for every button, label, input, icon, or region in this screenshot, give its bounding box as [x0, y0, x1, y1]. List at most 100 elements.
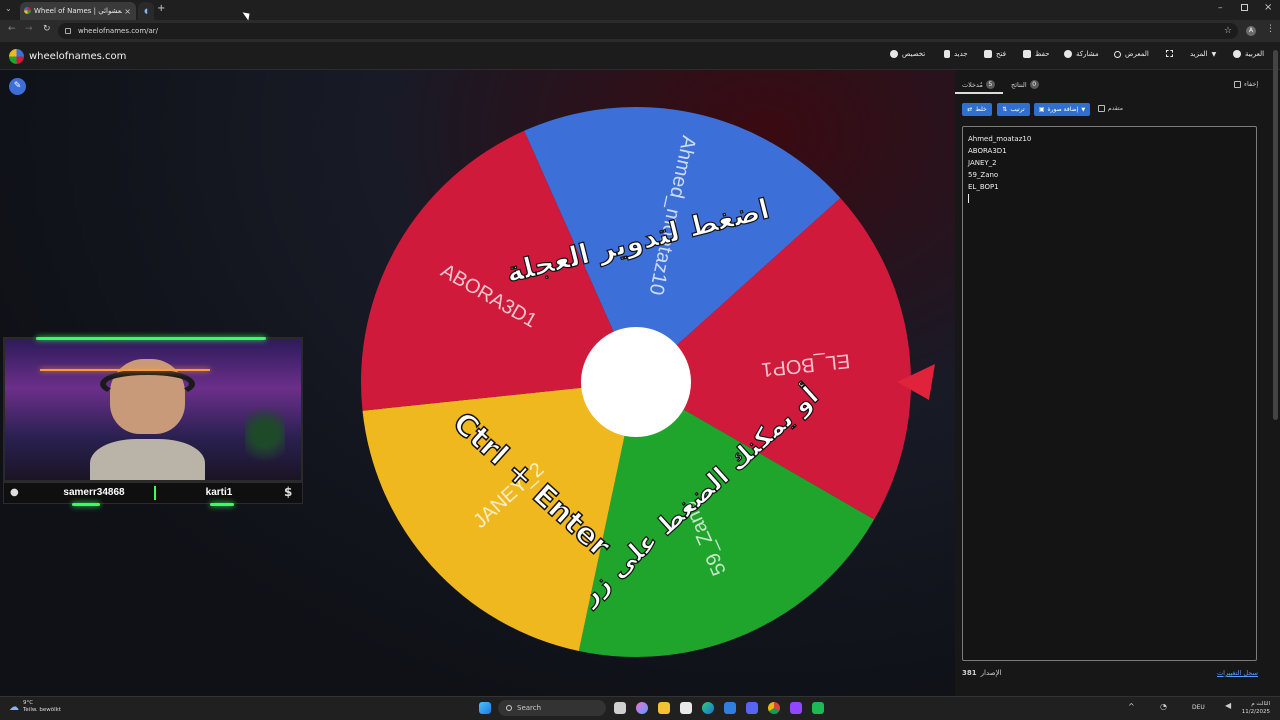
globe-icon — [1233, 50, 1241, 58]
menu-customize[interactable]: تخصيص — [890, 50, 925, 58]
logo-wheel-icon — [9, 49, 24, 64]
changelog-link[interactable]: سجل التغييرات — [1217, 669, 1258, 677]
menu-language[interactable]: العربية — [1233, 50, 1264, 58]
back-icon[interactable]: ← — [8, 24, 16, 34]
app-green-icon[interactable] — [812, 702, 824, 714]
name-divider — [154, 486, 156, 500]
clock-date: 11/2/2025 — [1241, 709, 1270, 715]
advanced-checkbox[interactable] — [1098, 105, 1105, 112]
palette-icon — [890, 50, 898, 58]
menu-more[interactable]: المزيد ▼ — [1190, 50, 1216, 58]
entry-line: 59_Zano — [968, 171, 999, 179]
tab-list-dropdown-icon[interactable]: ⌄ — [5, 4, 15, 14]
shuffle-icon: ⇄ — [967, 106, 973, 113]
language-indicator[interactable]: DEU — [1192, 704, 1205, 711]
sort-button[interactable]: ⇅ ترتيب — [997, 103, 1030, 116]
mail-icon[interactable] — [724, 702, 736, 714]
new-file-icon — [944, 50, 950, 58]
tab-results[interactable]: النتائج 0 — [1011, 80, 1039, 89]
plant — [245, 399, 285, 469]
wheel-center-button[interactable] — [581, 327, 691, 437]
discord-icon[interactable] — [746, 702, 758, 714]
chrome-icon[interactable] — [768, 702, 780, 714]
menu-customize-label: تخصيص — [902, 50, 926, 58]
address-input[interactable]: wheelofnames.com/ar/ ☆ — [58, 23, 1238, 39]
menu-share-label: مشاركة — [1076, 50, 1099, 58]
cam-glow-top — [36, 337, 266, 340]
taskbar-search[interactable]: Search — [498, 700, 606, 716]
tray-chevron-icon[interactable]: ^ — [1128, 702, 1135, 711]
browser-menu-icon[interactable]: ⋮ — [1266, 24, 1275, 34]
sort-label: ترتيب — [1010, 106, 1025, 113]
taskbar-search-placeholder: Search — [517, 704, 542, 712]
text-cursor — [968, 194, 969, 203]
wheel-svg[interactable]: Ahmed_moataz10EL_BOP159_ZanoJANEY_2ABORA… — [355, 102, 945, 667]
copilot-icon[interactable] — [636, 702, 648, 714]
bookmark-star-icon[interactable]: ☆ — [1224, 23, 1232, 39]
image-icon: ▣ — [1038, 106, 1045, 113]
edge-icon[interactable] — [702, 702, 714, 714]
task-view-icon[interactable] — [614, 702, 626, 714]
clock[interactable]: الثالث م 11/2/2025 — [1240, 700, 1270, 716]
start-windows-icon[interactable] — [479, 702, 491, 714]
entries-count-badge: 5 — [985, 80, 995, 89]
browser-tab-active[interactable]: Wheel of Names | إسم العشوائي × — [20, 2, 136, 20]
window-restore-icon[interactable] — [1241, 4, 1248, 11]
menu-open[interactable]: فتح — [984, 50, 1006, 58]
menu-more-label: المزيد — [1190, 50, 1208, 58]
fullscreen-button[interactable] — [1166, 50, 1173, 57]
logo[interactable]: wheelofnames.com — [9, 49, 126, 64]
window-close-icon[interactable]: × — [1264, 2, 1272, 13]
tab-close-icon[interactable]: × — [124, 7, 131, 16]
entries-textarea[interactable]: Ahmed_moataz10 ABORA3D1 JANEY_2 59_Zano … — [962, 126, 1257, 661]
menu-gallery[interactable]: المعرض — [1114, 50, 1149, 58]
tab-entries[interactable]: مُدخلات 5 — [962, 80, 995, 89]
weather-widget[interactable]: ☁ 9°C Teilw. bewölkt — [9, 700, 61, 714]
page-scrollbar[interactable] — [1273, 50, 1278, 420]
entry-line: ABORA3D1 — [968, 147, 1007, 155]
forward-icon[interactable]: → — [25, 24, 33, 34]
cam-glow-bottom-right — [210, 503, 234, 506]
cloud-icon: ☁ — [9, 701, 19, 713]
version-number: 381 — [962, 669, 977, 677]
streamer-figure — [90, 359, 205, 480]
volume-icon[interactable]: ◀ — [1225, 701, 1231, 710]
user-icon: ● — [10, 487, 19, 498]
tab-entries-label: مُدخلات — [962, 80, 983, 89]
stream-left-name: samerr34868 — [63, 487, 125, 498]
cam-glow-bottom-left — [72, 503, 100, 506]
shuffle-button[interactable]: ⇄ خلط — [962, 103, 992, 116]
menu-share[interactable]: مشاركة — [1064, 50, 1099, 58]
file-explorer-icon[interactable] — [658, 702, 670, 714]
profile-avatar[interactable]: A — [1246, 26, 1256, 36]
advanced-toggle[interactable]: متقدم — [1098, 105, 1123, 112]
menu-new[interactable]: جديد — [944, 50, 968, 58]
browser-tab-bar: ⌄ Wheel of Names | إسم العشوائي × ◖ + – … — [0, 0, 1280, 20]
results-count-badge: 0 — [1029, 80, 1039, 89]
weather-desc: Teilw. bewölkt — [23, 707, 61, 713]
url-text: wheelofnames.com/ar/ — [78, 27, 159, 35]
window-minimize-icon[interactable]: – — [1218, 3, 1223, 13]
reload-icon[interactable]: ↻ — [43, 24, 51, 34]
store-icon[interactable] — [680, 702, 692, 714]
hide-checkbox[interactable] — [1234, 80, 1241, 88]
pencil-icon: ✎ — [13, 81, 22, 91]
menu-save[interactable]: حفظ — [1023, 50, 1050, 58]
logo-text: wheelofnames.com — [29, 51, 127, 62]
site-info-icon[interactable] — [65, 28, 71, 34]
webcam-overlay — [3, 337, 303, 482]
twitch-icon[interactable] — [790, 702, 802, 714]
hide-toggle[interactable]: إخفاء — [1234, 80, 1258, 88]
fullscreen-icon — [1166, 50, 1173, 57]
stream-name-bar: ● samerr34868 karti1 $ — [3, 482, 303, 504]
add-image-button[interactable]: ▣ إضافة صورة ▼ — [1034, 103, 1090, 116]
network-icon[interactable]: ◔ — [1160, 702, 1167, 711]
audio-icon: ◖ — [144, 7, 148, 15]
search-icon — [506, 705, 512, 711]
edit-button[interactable]: ✎ — [9, 78, 26, 95]
wheel-favicon-icon — [24, 7, 31, 14]
browser-tab-2[interactable]: ◖ — [138, 2, 154, 20]
new-tab-button[interactable]: + — [157, 3, 165, 14]
menu-save-label: حفظ — [1035, 50, 1050, 58]
menu-open-label: فتح — [996, 50, 1006, 58]
